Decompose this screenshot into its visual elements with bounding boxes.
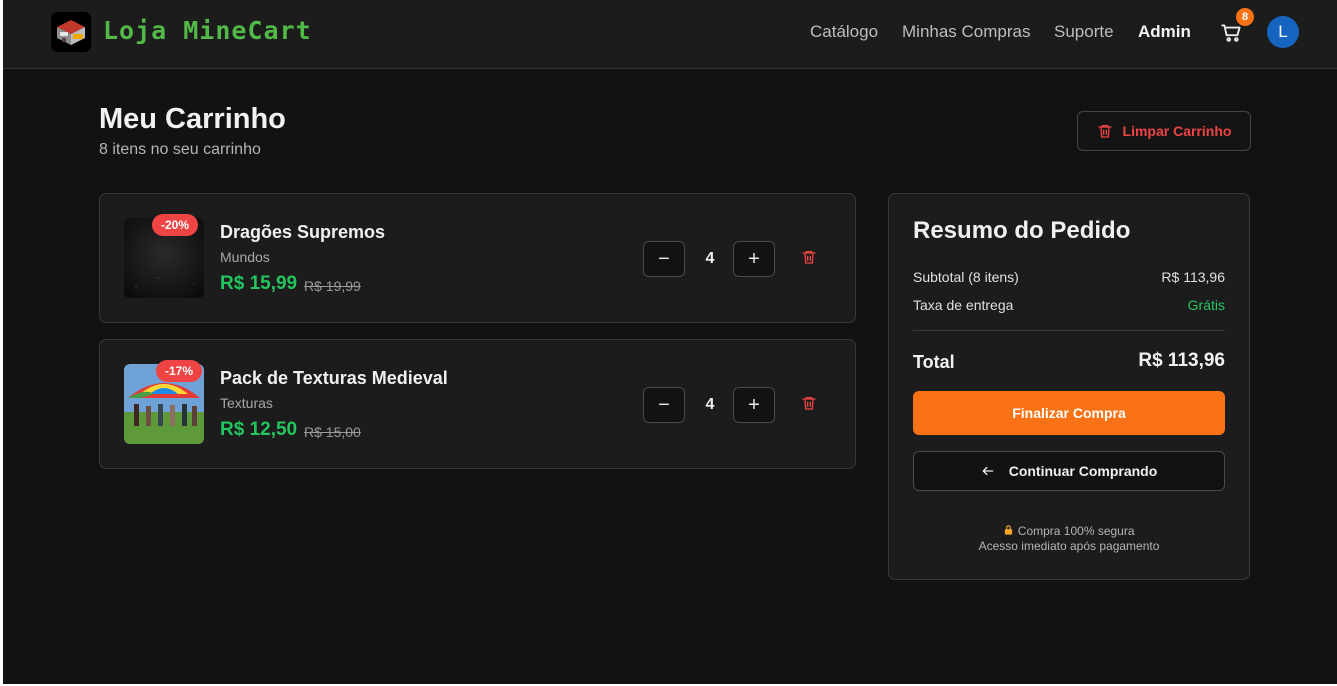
nav-link-suporte[interactable]: Suporte bbox=[1054, 22, 1114, 42]
remove-item-button[interactable] bbox=[801, 395, 819, 413]
nav-link-admin[interactable]: Admin bbox=[1138, 22, 1191, 42]
total-label: Total bbox=[913, 352, 955, 372]
cart-count-badge: 8 bbox=[1236, 8, 1254, 26]
lock-icon bbox=[1005, 525, 1013, 535]
nav-link-minhas-compras[interactable]: Minhas Compras bbox=[902, 22, 1031, 42]
secure-line-1: Compra 100% segura bbox=[1017, 524, 1135, 538]
summary-title: Resumo do Pedido bbox=[913, 217, 1131, 244]
discount-badge: -17% bbox=[156, 360, 203, 382]
product-name[interactable]: Pack de Texturas Medieval bbox=[220, 367, 448, 389]
nav-link-catalogo[interactable]: Catálogo bbox=[810, 22, 878, 42]
secure-line-2: Acesso imediato após pagamento bbox=[978, 539, 1160, 553]
shipping-label: Taxa de entrega bbox=[913, 297, 1014, 313]
subtotal-label: Subtotal (8 itens) bbox=[913, 269, 1019, 285]
store-logo-icon[interactable] bbox=[51, 12, 91, 52]
user-avatar[interactable]: L bbox=[1267, 16, 1299, 48]
quantity-value: 4 bbox=[705, 396, 715, 413]
shipping-value: Grátis bbox=[1187, 297, 1225, 313]
quantity-value: 4 bbox=[705, 250, 715, 267]
clear-cart-label: Limpar Carrinho bbox=[1122, 123, 1232, 139]
product-category: Texturas bbox=[220, 395, 273, 411]
secure-purchase-note: Compra 100% segura Acesso imediato após … bbox=[889, 524, 1249, 554]
product-name[interactable]: Dragões Supremos bbox=[220, 221, 385, 243]
app-window: Loja MineCart Catálogo Minhas Compras Su… bbox=[3, 0, 1337, 684]
product-price: R$ 15,99 bbox=[220, 273, 298, 294]
top-navigation-bar: Loja MineCart Catálogo Minhas Compras Su… bbox=[3, 0, 1337, 69]
trash-icon bbox=[802, 251, 816, 264]
brand-name[interactable]: Loja MineCart bbox=[103, 15, 312, 47]
decrease-quantity-button[interactable]: − bbox=[643, 387, 685, 423]
product-category: Mundos bbox=[220, 249, 270, 265]
summary-divider bbox=[913, 330, 1225, 331]
continue-shopping-label: Continuar Comprando bbox=[1008, 463, 1158, 479]
trash-icon bbox=[1097, 125, 1112, 138]
subtotal-value: R$ 113,96 bbox=[1161, 269, 1225, 285]
product-price: R$ 12,50 bbox=[220, 419, 298, 440]
trash-icon bbox=[802, 397, 816, 410]
order-summary-panel: Resumo do Pedido Subtotal (8 itens) R$ 1… bbox=[888, 193, 1250, 580]
page-title: Meu Carrinho bbox=[99, 103, 286, 135]
arrow-left-icon bbox=[982, 466, 994, 476]
clear-cart-button[interactable]: Limpar Carrinho bbox=[1077, 111, 1251, 151]
product-old-price: R$ 15,00 bbox=[304, 424, 361, 440]
cart-item: -20% Dragões Supremos Mundos R$ 15,99 R$… bbox=[99, 193, 856, 323]
remove-item-button[interactable] bbox=[801, 249, 819, 267]
total-value: R$ 113,96 bbox=[1138, 350, 1225, 371]
decrease-quantity-button[interactable]: − bbox=[643, 241, 685, 277]
increase-quantity-button[interactable]: + bbox=[733, 387, 775, 423]
page-subtitle: 8 itens no seu carrinho bbox=[99, 141, 261, 158]
cart-item: -17% Pack de Texturas Medieval Texturas … bbox=[99, 339, 856, 469]
discount-badge: -20% bbox=[152, 214, 199, 236]
continue-shopping-button[interactable]: Continuar Comprando bbox=[913, 451, 1225, 491]
increase-quantity-button[interactable]: + bbox=[733, 241, 775, 277]
product-old-price: R$ 19,99 bbox=[304, 278, 361, 294]
checkout-button[interactable]: Finalizar Compra bbox=[913, 391, 1225, 435]
